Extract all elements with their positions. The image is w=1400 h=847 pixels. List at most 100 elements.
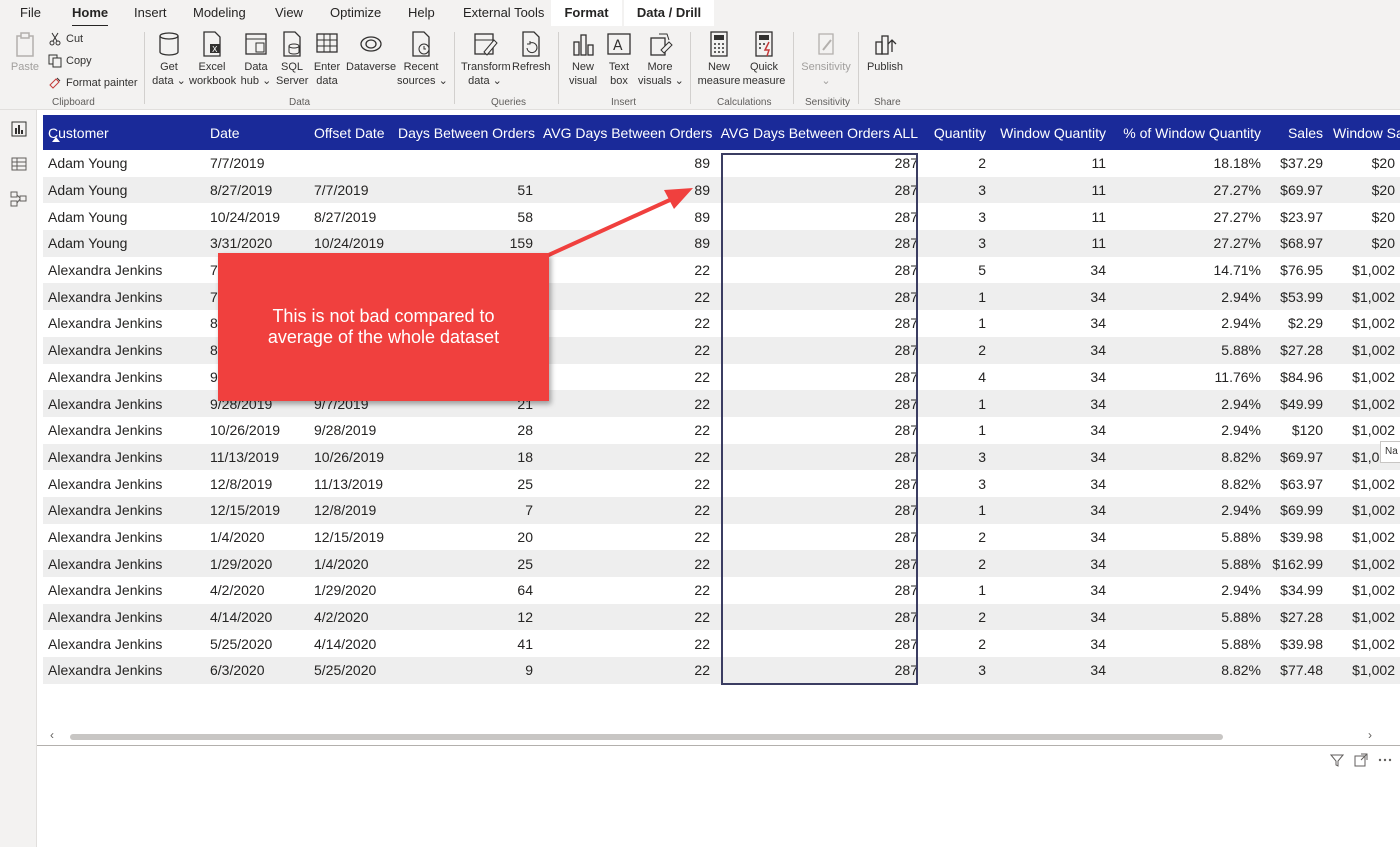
menu-home[interactable]: Home (72, 5, 109, 28)
quick-measure-button[interactable]: Quick measure (742, 30, 786, 88)
column-header[interactable]: Window Sa (1328, 115, 1400, 150)
table-row[interactable]: Alexandra Jenkins 5/25/2020 4/14/2020 41 22 2… (43, 630, 1400, 657)
scissors-icon (49, 32, 61, 46)
enter-line1: Enter (313, 61, 341, 73)
column-header[interactable]: AVG Days Between Orders ALL (715, 115, 923, 150)
menu-external-tools[interactable]: External Tools (463, 5, 544, 20)
focus-mode-icon[interactable] (1354, 753, 1368, 767)
table-cell: 27.27% (1111, 230, 1266, 257)
table-cell: 22 (538, 657, 715, 684)
column-header[interactable]: AVG Days Between Orders (538, 115, 715, 150)
table-cell: 22 (538, 283, 715, 311)
copy-label: Copy (66, 55, 92, 67)
data-hub-button[interactable]: Data hub ⌄ (239, 30, 273, 88)
table-row[interactable]: Alexandra Jenkins 1/4/2020 12/15/2019 20 22 2… (43, 524, 1400, 551)
table-cell: Alexandra Jenkins (48, 582, 163, 599)
scrollbar-thumb[interactable] (70, 734, 1223, 740)
table-cell: 2.94% (1221, 422, 1261, 439)
table-cell: $1,002 (1352, 315, 1395, 332)
horizontal-scrollbar[interactable]: ‹ › (50, 728, 1385, 742)
menu-format[interactable]: Format (551, 0, 622, 26)
recent-line2: sources ⌄ (397, 75, 448, 87)
text-box-button[interactable]: A Text box (604, 30, 634, 88)
table-row[interactable]: Alexandra Jenkins 12/15/2019 12/8/2019 7 22 2… (43, 496, 1400, 524)
report-view-icon[interactable] (10, 120, 28, 138)
table-cell: $1,002 (1352, 582, 1395, 599)
column-header[interactable]: Days Between Orders (393, 115, 538, 150)
publish-button[interactable]: Publish (864, 30, 906, 74)
table-cell: 2 (978, 635, 986, 652)
menu-data-drill[interactable]: Data / Drill (624, 0, 714, 26)
table-row[interactable]: Adam Young 8/27/2019 7/7/2019 51 89 287 3 11 27.… (43, 176, 1400, 204)
sensitivity-button[interactable]: Sensitivity ⌄ (800, 30, 852, 88)
menu-optimize[interactable]: Optimize (330, 5, 381, 20)
refresh-button[interactable]: Refresh (512, 30, 551, 74)
table-view-icon[interactable] (10, 155, 28, 173)
table-cell: $49.99 (1266, 390, 1328, 417)
column-header[interactable]: Offset Date (309, 115, 393, 150)
table-cell: 287 (894, 635, 918, 652)
filter-icon[interactable] (1330, 753, 1344, 767)
column-header[interactable]: Date (205, 115, 309, 150)
transform-data-button[interactable]: Transform data ⌄ (461, 30, 511, 88)
column-header[interactable]: Window Quantity (991, 115, 1111, 150)
more-visuals-button[interactable]: More visuals ⌄ (638, 30, 684, 88)
get-data-button[interactable]: Get data ⌄ (150, 30, 188, 88)
clipboard-group-label: Clipboard (52, 97, 95, 108)
cut-button[interactable]: Cut (48, 32, 83, 46)
column-header[interactable]: Sales (1266, 115, 1328, 150)
table-cell: 2.94% (1221, 315, 1261, 332)
format-painter-button[interactable]: Format painter (48, 76, 138, 90)
table-row[interactable]: Alexandra Jenkins 4/14/2020 4/2/2020 12 22 28… (43, 603, 1400, 631)
recent-line1: Recent (403, 61, 439, 73)
table-row[interactable]: Adam Young 7/7/2019 89 287 2 11 18.18% $37.29 $2… (43, 150, 1400, 177)
menu-modeling[interactable]: Modeling (193, 5, 246, 20)
more-options-icon[interactable] (1378, 753, 1392, 767)
sql-server-button[interactable]: SQL Server (276, 30, 308, 88)
table-visual[interactable]: Customer Date Offset Date Days Between Orde… (37, 110, 1400, 750)
transform-line1: Transform (461, 61, 511, 73)
menu-file[interactable]: File (20, 5, 41, 20)
dataverse-button[interactable]: Dataverse (346, 30, 396, 74)
table-row[interactable]: Alexandra Jenkins 1/29/2020 1/4/2020 25 22 28… (43, 550, 1400, 577)
enter-data-button[interactable]: Enter data (312, 30, 342, 88)
table-cell: 34 (1090, 315, 1106, 332)
table-cell: 22 (694, 475, 710, 492)
menu-help[interactable]: Help (408, 5, 435, 20)
column-header[interactable]: Quantity (923, 115, 991, 150)
table-cell: $68.97 (1266, 230, 1328, 257)
excel-workbook-button[interactable]: X Excel workbook (189, 30, 236, 88)
table-cell: 22 (694, 422, 710, 439)
new-visual-button[interactable]: New visual (566, 30, 600, 88)
table-cell: Alexandra Jenkins (43, 283, 205, 311)
recent-sources-button[interactable]: Recent sources ⌄ (397, 30, 448, 88)
table-cell: 2 (923, 603, 991, 631)
table-cell: 5/25/2020 (309, 657, 393, 684)
table-cell: 7 (393, 496, 538, 524)
refresh-icon (522, 31, 540, 57)
table-cell: Alexandra Jenkins (43, 550, 205, 577)
sort-ascending-icon[interactable] (52, 137, 60, 142)
new-measure-button[interactable]: New measure (697, 30, 741, 88)
table-cell: 3 (923, 230, 991, 257)
copy-button[interactable]: Copy (48, 54, 92, 68)
table-row[interactable]: Alexandra Jenkins 12/8/2019 11/13/2019 25 22… (43, 470, 1400, 497)
table-row[interactable]: Alexandra Jenkins 4/2/2020 1/29/2020 64 22 28… (43, 577, 1400, 604)
column-header[interactable]: % of Window Quantity (1111, 115, 1266, 150)
table-cell: $37.29 (1280, 155, 1323, 172)
table-row[interactable]: Adam Young 10/24/2019 8/27/2019 58 89 287 3 11 2… (43, 203, 1400, 230)
menu-insert[interactable]: Insert (134, 5, 167, 20)
ribbon-separator (558, 32, 559, 104)
table-row[interactable]: Alexandra Jenkins 11/13/2019 10/26/2019 18 2… (43, 443, 1400, 471)
scroll-left-icon[interactable]: ‹ (50, 728, 54, 742)
table-cell: 287 (715, 657, 923, 684)
model-view-icon[interactable] (10, 190, 28, 208)
column-header[interactable]: Customer (43, 115, 205, 150)
paste-button[interactable]: Paste (8, 30, 42, 74)
scroll-right-icon[interactable]: › (1368, 728, 1372, 742)
table-cell: 1 (978, 422, 986, 439)
table-row[interactable]: Alexandra Jenkins 6/3/2020 5/25/2020 9 22 287… (43, 657, 1400, 684)
menu-view[interactable]: View (275, 5, 303, 20)
ribbon-separator (690, 32, 691, 104)
table-row[interactable]: Alexandra Jenkins 10/26/2019 9/28/2019 28 22… (43, 417, 1400, 444)
